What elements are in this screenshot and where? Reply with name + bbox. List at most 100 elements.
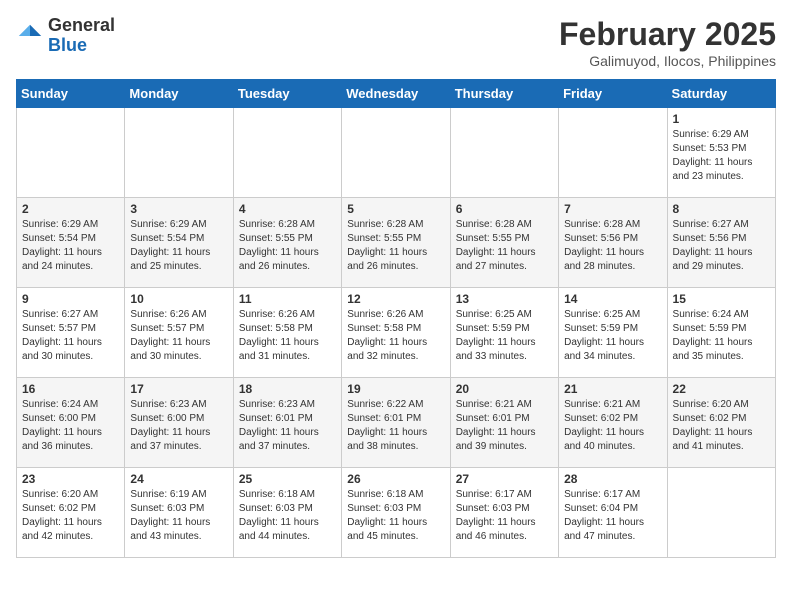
day-number: 7 [564, 202, 661, 216]
calendar-cell: 12Sunrise: 6:26 AM Sunset: 5:58 PM Dayli… [342, 288, 450, 378]
calendar-cell: 5 Sunrise: 6:28 AM Sunset: 5:55 PM Daylig… [342, 198, 450, 288]
day-number: 12 [347, 292, 444, 306]
page-title: February 2025 [559, 16, 776, 53]
day-number: 19 [347, 382, 444, 396]
calendar-week-row: 16 Sunrise: 6:24 AM Sunset: 6:00 PM Dayli… [17, 378, 776, 468]
calendar-week-row: 2 Sunrise: 6:29 AM Sunset: 5:54 PM Daylig… [17, 198, 776, 288]
col-header-thursday: Thursday [450, 80, 558, 108]
day-info: Sunrise: 6:18 AM Sunset: 6:03 PM Dayligh… [239, 488, 336, 544]
calendar-header-row: SundayMondayTuesdayWednesdayThursdayFrid… [17, 80, 776, 108]
day-info: Sunrise: 6:20 AM Sunset: 6:02 PM Dayligh… [673, 398, 770, 454]
calendar-cell: 28 Sunrise: 6:17 AM Sunset: 6:04 PM Dayli… [559, 468, 667, 558]
logo-icon [16, 22, 44, 50]
day-info: Sunrise: 6:29 AM Sunset: 5:54 PM Dayligh… [22, 218, 119, 274]
calendar-cell: 6 Sunrise: 6:28 AM Sunset: 5:55 PM Daylig… [450, 198, 558, 288]
day-info: Sunrise: 6:25 AM Sunset: 5:59 PM Dayligh… [564, 308, 661, 364]
day-info: Sunrise: 6:26 AM Sunset: 5:57 PM Dayligh… [130, 308, 227, 364]
calendar-cell [125, 108, 233, 198]
day-number: 20 [456, 382, 553, 396]
col-header-wednesday: Wednesday [342, 80, 450, 108]
day-number: 9 [22, 292, 119, 306]
calendar-cell: 14 Sunrise: 6:25 AM Sunset: 5:59 PM Dayli… [559, 288, 667, 378]
day-info: Sunrise: 6:20 AM Sunset: 6:02 PM Dayligh… [22, 488, 119, 544]
day-info: Sunrise: 6:23 AM Sunset: 6:00 PM Dayligh… [130, 398, 227, 454]
calendar-cell: 9 Sunrise: 6:27 AM Sunset: 5:57 PM Daylig… [17, 288, 125, 378]
day-info: Sunrise: 6:21 AM Sunset: 6:01 PM Dayligh… [456, 398, 553, 454]
day-number: 1 [673, 112, 770, 126]
day-number: 16 [22, 382, 119, 396]
day-info: Sunrise: 6:28 AM Sunset: 5:55 PM Dayligh… [456, 218, 553, 274]
calendar-cell: 10Sunrise: 6:26 AM Sunset: 5:57 PM Dayli… [125, 288, 233, 378]
day-info: Sunrise: 6:28 AM Sunset: 5:55 PM Dayligh… [239, 218, 336, 274]
calendar-cell [342, 108, 450, 198]
day-number: 14 [564, 292, 661, 306]
day-number: 21 [564, 382, 661, 396]
calendar-cell: 18 Sunrise: 6:23 AM Sunset: 6:01 PM Dayli… [233, 378, 341, 468]
calendar-cell: 19 Sunrise: 6:22 AM Sunset: 6:01 PM Dayli… [342, 378, 450, 468]
calendar-cell: 8 Sunrise: 6:27 AM Sunset: 5:56 PM Daylig… [667, 198, 775, 288]
day-number: 11 [239, 292, 336, 306]
day-info: Sunrise: 6:29 AM Sunset: 5:53 PM Dayligh… [673, 128, 770, 184]
day-number: 15 [673, 292, 770, 306]
day-number: 3 [130, 202, 227, 216]
calendar-cell: 16 Sunrise: 6:24 AM Sunset: 6:00 PM Dayli… [17, 378, 125, 468]
day-info: Sunrise: 6:27 AM Sunset: 5:56 PM Dayligh… [673, 218, 770, 274]
day-info: Sunrise: 6:17 AM Sunset: 6:04 PM Dayligh… [564, 488, 661, 544]
calendar-cell: 24Sunrise: 6:19 AM Sunset: 6:03 PM Dayli… [125, 468, 233, 558]
day-number: 5 [347, 202, 444, 216]
calendar-cell [667, 468, 775, 558]
day-number: 6 [456, 202, 553, 216]
day-number: 2 [22, 202, 119, 216]
day-number: 27 [456, 472, 553, 486]
logo: General Blue [16, 16, 115, 56]
day-number: 28 [564, 472, 661, 486]
calendar-week-row: 23 Sunrise: 6:20 AM Sunset: 6:02 PM Dayli… [17, 468, 776, 558]
calendar-cell: 7 Sunrise: 6:28 AM Sunset: 5:56 PM Daylig… [559, 198, 667, 288]
day-number: 25 [239, 472, 336, 486]
calendar-cell: 25 Sunrise: 6:18 AM Sunset: 6:03 PM Dayli… [233, 468, 341, 558]
calendar-cell: 13Sunrise: 6:25 AM Sunset: 5:59 PM Dayli… [450, 288, 558, 378]
calendar-cell: 17Sunrise: 6:23 AM Sunset: 6:00 PM Dayli… [125, 378, 233, 468]
calendar-cell: 3 Sunrise: 6:29 AM Sunset: 5:54 PM Daylig… [125, 198, 233, 288]
col-header-monday: Monday [125, 80, 233, 108]
day-info: Sunrise: 6:28 AM Sunset: 5:56 PM Dayligh… [564, 218, 661, 274]
calendar-week-row: 9 Sunrise: 6:27 AM Sunset: 5:57 PM Daylig… [17, 288, 776, 378]
day-info: Sunrise: 6:17 AM Sunset: 6:03 PM Dayligh… [456, 488, 553, 544]
calendar-cell [559, 108, 667, 198]
calendar-cell: 15 Sunrise: 6:24 AM Sunset: 5:59 PM Dayli… [667, 288, 775, 378]
calendar-cell: 21 Sunrise: 6:21 AM Sunset: 6:02 PM Dayli… [559, 378, 667, 468]
calendar-cell [450, 108, 558, 198]
calendar-table: SundayMondayTuesdayWednesdayThursdayFrid… [16, 79, 776, 558]
day-info: Sunrise: 6:24 AM Sunset: 6:00 PM Dayligh… [22, 398, 119, 454]
calendar-cell: 11Sunrise: 6:26 AM Sunset: 5:58 PM Dayli… [233, 288, 341, 378]
calendar-cell: 20 Sunrise: 6:21 AM Sunset: 6:01 PM Dayli… [450, 378, 558, 468]
calendar-cell: 1 Sunrise: 6:29 AM Sunset: 5:53 PM Daylig… [667, 108, 775, 198]
day-info: Sunrise: 6:28 AM Sunset: 5:55 PM Dayligh… [347, 218, 444, 274]
day-number: 18 [239, 382, 336, 396]
col-header-tuesday: Tuesday [233, 80, 341, 108]
day-number: 24 [130, 472, 227, 486]
day-number: 13 [456, 292, 553, 306]
day-info: Sunrise: 6:27 AM Sunset: 5:57 PM Dayligh… [22, 308, 119, 364]
day-number: 8 [673, 202, 770, 216]
page-subtitle: Galimuyod, Ilocos, Philippines [559, 53, 776, 69]
calendar-cell: 23 Sunrise: 6:20 AM Sunset: 6:02 PM Dayli… [17, 468, 125, 558]
calendar-week-row: 1 Sunrise: 6:29 AM Sunset: 5:53 PM Daylig… [17, 108, 776, 198]
calendar-cell: 27 Sunrise: 6:17 AM Sunset: 6:03 PM Dayli… [450, 468, 558, 558]
day-number: 23 [22, 472, 119, 486]
calendar-cell: 2 Sunrise: 6:29 AM Sunset: 5:54 PM Daylig… [17, 198, 125, 288]
page-header: General Blue February 2025 Galimuyod, Il… [16, 16, 776, 69]
day-number: 4 [239, 202, 336, 216]
day-info: Sunrise: 6:22 AM Sunset: 6:01 PM Dayligh… [347, 398, 444, 454]
col-header-friday: Friday [559, 80, 667, 108]
day-info: Sunrise: 6:29 AM Sunset: 5:54 PM Dayligh… [130, 218, 227, 274]
day-number: 26 [347, 472, 444, 486]
day-info: Sunrise: 6:24 AM Sunset: 5:59 PM Dayligh… [673, 308, 770, 364]
col-header-saturday: Saturday [667, 80, 775, 108]
day-info: Sunrise: 6:21 AM Sunset: 6:02 PM Dayligh… [564, 398, 661, 454]
day-info: Sunrise: 6:23 AM Sunset: 6:01 PM Dayligh… [239, 398, 336, 454]
calendar-cell: 26Sunrise: 6:18 AM Sunset: 6:03 PM Dayli… [342, 468, 450, 558]
col-header-sunday: Sunday [17, 80, 125, 108]
calendar-cell: 4 Sunrise: 6:28 AM Sunset: 5:55 PM Daylig… [233, 198, 341, 288]
title-block: February 2025 Galimuyod, Ilocos, Philipp… [559, 16, 776, 69]
